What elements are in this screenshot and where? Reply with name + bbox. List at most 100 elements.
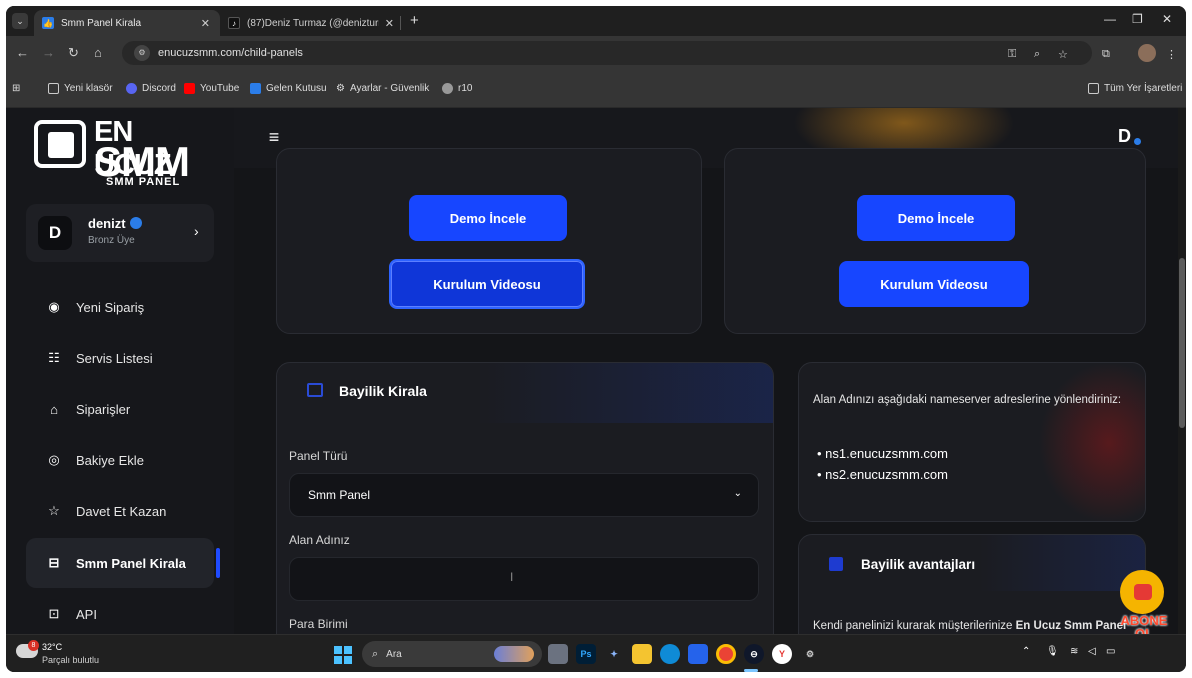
card-title: Bayilik avantajları <box>861 557 976 572</box>
app-icon[interactable]: ⊖ <box>744 644 764 664</box>
sidebar-item-rent-panel[interactable]: ⊟ Smm Panel Kirala <box>26 538 220 588</box>
avatar: D <box>38 216 72 250</box>
battery-icon[interactable]: ▭ <box>1106 646 1115 657</box>
task-view-icon[interactable] <box>548 644 568 664</box>
sidebar-item-services[interactable]: ☷ Servis Listesi <box>26 333 214 383</box>
tab-smm-panel[interactable]: 👍 Smm Panel Kirala ✕ <box>34 10 220 36</box>
active-app-indicator <box>744 669 758 672</box>
terminal-icon: ⊡ <box>48 606 60 621</box>
restore-icon[interactable]: ❐ <box>1132 12 1143 26</box>
bookmark-folder[interactable]: Yeni klasör <box>48 83 113 94</box>
sidebar-item-label: Bakiye Ekle <box>76 452 144 468</box>
tab-strip: ⌄ 👍 Smm Panel Kirala ✕ ♪ (87)Deniz Turma… <box>6 6 1186 36</box>
windows-start-icon[interactable] <box>334 646 352 664</box>
all-bookmarks[interactable]: Tüm Yer İşaretleri <box>1088 83 1182 94</box>
chrome-icon[interactable] <box>716 644 736 664</box>
hamburger-menu-icon[interactable]: ≡ <box>262 126 286 150</box>
settings-icon[interactable]: ⚙ <box>800 644 820 664</box>
panel-type-select[interactable]: Smm Panel ⌄ <box>289 473 759 517</box>
bookmark-star-icon[interactable]: ☆ <box>1058 48 1068 61</box>
play-icon <box>1134 584 1152 600</box>
back-icon[interactable]: ← <box>16 45 29 60</box>
search-placeholder: Ara <box>386 648 402 660</box>
r10-icon <box>442 83 453 94</box>
microphone-icon[interactable]: 🎙 <box>1046 646 1059 657</box>
youtube-icon <box>184 83 195 94</box>
site-info-icon[interactable]: ⚙ <box>134 45 150 61</box>
more-menu-icon[interactable]: ⋮ <box>1166 48 1177 61</box>
sidebar: EN UCUZ SMM SMM PANEL D denizt Bronz Üye… <box>6 108 234 634</box>
user-rank: Bronz Üye <box>88 235 135 246</box>
copilot-icon[interactable]: ✦ <box>604 644 624 664</box>
sidebar-item-add-balance[interactable]: ◎ Bakiye Ekle <box>26 435 214 485</box>
avatar[interactable]: D <box>1118 126 1131 147</box>
photoshop-icon[interactable]: Ps <box>576 644 596 664</box>
page-scrollbar[interactable] <box>1178 108 1186 634</box>
tab-search-button[interactable]: ⌄ <box>12 13 28 29</box>
bookmark-settings[interactable]: ⚙ Ayarlar - Güvenlik <box>336 83 429 94</box>
advantages-card: Bayilik avantajları Kendi panelinizi kur… <box>798 534 1146 634</box>
discord-icon <box>126 83 137 94</box>
password-key-icon[interactable]: ⚿ <box>1008 48 1016 61</box>
coin-icon: ◎ <box>48 452 60 467</box>
user-card[interactable]: D denizt Bronz Üye › <box>26 204 214 262</box>
address-bar[interactable]: ⚙ enucuzsmm.com/child-panels <box>122 41 1092 65</box>
bookmark-label: Ayarlar - Güvenlik <box>349 83 430 94</box>
toolbar: ← → ↻ ⌂ ⚙ enucuzsmm.com/child-panels ⚿ ⌕… <box>6 36 1186 70</box>
wifi-icon[interactable]: ≋ <box>1070 646 1078 657</box>
close-icon[interactable]: ✕ <box>385 17 394 30</box>
sidebar-item-label: Smm Panel Kirala <box>76 555 186 571</box>
extensions-icon[interactable]: ⧉ <box>1102 48 1110 61</box>
edge-icon[interactable] <box>660 644 680 664</box>
basket-icon: ⌂ <box>50 401 58 417</box>
taskbar: 8 32°C Parçalı bulutlu ⌕ Ara Ps ✦ ⊖ Y ⚙ … <box>6 634 1186 672</box>
yandex-icon[interactable]: Y <box>772 644 792 664</box>
scroll-thumb[interactable] <box>1179 258 1185 428</box>
sidebar-item-new-order[interactable]: ◉ Yeni Sipariş <box>26 282 214 332</box>
forward-icon[interactable]: → <box>42 45 55 60</box>
taskbar-search[interactable]: ⌕ Ara <box>362 641 542 667</box>
site-logo[interactable]: EN UCUZ SMM SMM PANEL <box>34 116 204 188</box>
file-explorer-icon[interactable] <box>632 644 652 664</box>
demo-button[interactable]: Demo İncele <box>857 195 1015 241</box>
minimize-icon[interactable]: — <box>1104 12 1116 26</box>
apps-grid-icon[interactable]: ⊞ <box>12 83 20 94</box>
nameserver-value: ns1.enucuzsmm.com <box>825 446 948 461</box>
demo-button[interactable]: Demo İncele <box>409 195 567 241</box>
mail-icon <box>250 83 261 94</box>
bookmark-r10[interactable]: r10 <box>442 83 472 94</box>
search-highlight-art <box>494 646 534 662</box>
sidebar-item-invite[interactable]: ☆ Davet Et Kazan <box>26 486 214 536</box>
sidebar-item-api[interactable]: ⊡ API <box>26 589 214 634</box>
close-icon[interactable]: ✕ <box>201 17 210 30</box>
tab-tiktok[interactable]: ♪ (87)Deniz Turmaz (@denizturm ✕ <box>220 10 404 36</box>
star-icon: ☆ <box>48 503 60 518</box>
home-icon[interactable]: ⌂ <box>94 45 102 60</box>
reload-icon[interactable]: ↻ <box>68 45 79 61</box>
list-icon: ☷ <box>48 350 60 365</box>
domain-label: Alan Adınız <box>289 533 350 547</box>
tab-title: (87)Deniz Turmaz (@denizturm <box>247 17 379 29</box>
setup-video-button[interactable]: Kurulum Videosu <box>389 259 585 309</box>
sidebar-item-label: Servis Listesi <box>76 350 153 366</box>
select-value: Smm Panel <box>308 488 371 502</box>
gear-icon: ⚙ <box>336 83 345 94</box>
volume-icon[interactable]: ◁ <box>1088 646 1096 657</box>
screen: ⌄ 👍 Smm Panel Kirala ✕ ♪ (87)Deniz Turma… <box>0 0 1192 678</box>
domain-input[interactable]: I <box>289 557 759 601</box>
list-item: • ns2.enucuzsmm.com <box>817 467 948 482</box>
close-window-icon[interactable]: ✕ <box>1162 12 1172 26</box>
smm-favicon-icon: 👍 <box>42 17 54 29</box>
profile-avatar[interactable] <box>1138 44 1156 62</box>
setup-video-button[interactable]: Kurulum Videosu <box>839 261 1029 307</box>
sidebar-item-orders[interactable]: ⌂ Siparişler <box>26 384 214 434</box>
bookmark-inbox[interactable]: Gelen Kutusu <box>250 83 327 94</box>
zoom-icon[interactable]: ⌕ <box>1034 48 1040 61</box>
chevron-up-icon[interactable]: ⌃ <box>1022 646 1030 657</box>
logo-frame <box>34 120 86 168</box>
bookmark-youtube[interactable]: YouTube <box>184 83 239 94</box>
store-icon[interactable] <box>688 644 708 664</box>
new-tab-button[interactable]: + <box>410 12 419 29</box>
calendar-icon <box>829 557 843 571</box>
bookmark-discord[interactable]: Discord <box>126 83 176 94</box>
